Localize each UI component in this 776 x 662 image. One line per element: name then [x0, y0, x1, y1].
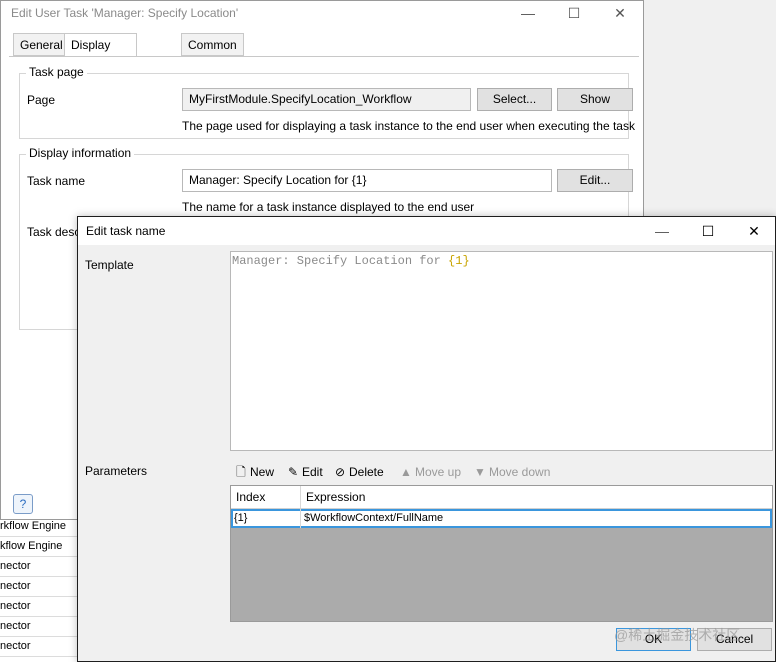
- expression-cell: $WorkflowContext/FullName: [304, 512, 444, 524]
- close-icon[interactable]: ✕: [732, 219, 776, 243]
- move-up-label: Move up: [415, 465, 462, 479]
- tab-common[interactable]: Common: [181, 33, 244, 56]
- template-text: Manager: Specify Location for: [232, 254, 449, 268]
- help-icon[interactable]: ?: [13, 494, 33, 514]
- task-name-field[interactable]: Manager: Specify Location for {1}: [182, 169, 552, 192]
- tab-display-information[interactable]: Display information: [64, 33, 138, 74]
- grid-header: Index Expression: [231, 486, 772, 509]
- delete-icon: ⊘: [334, 465, 346, 479]
- edit-task-name-button[interactable]: Edit...: [557, 169, 633, 192]
- title-bar: Edit task name — ☐ ✕: [78, 217, 775, 245]
- list-item[interactable]: nector: [0, 637, 78, 657]
- page-field[interactable]: MyFirstModule.SpecifyLocation_Workflow: [182, 88, 471, 111]
- triangle-up-icon: ▲: [400, 465, 412, 479]
- list-item[interactable]: nector: [0, 557, 78, 577]
- new-label: New: [250, 465, 275, 479]
- column-header-expression[interactable]: Expression: [301, 486, 772, 508]
- task-description-label: Task descr: [27, 225, 85, 239]
- maximize-icon[interactable]: ☐: [552, 1, 596, 25]
- new-document-icon: 🗋: [236, 465, 246, 479]
- maximize-icon[interactable]: ☐: [686, 219, 730, 243]
- show-button[interactable]: Show: [557, 88, 633, 111]
- select-button[interactable]: Select...: [477, 88, 552, 111]
- triangle-down-icon: ▼: [474, 465, 486, 479]
- tab-general[interactable]: General: [13, 33, 70, 56]
- list-item[interactable]: nector: [0, 577, 78, 597]
- delete-label: Delete: [349, 465, 384, 479]
- list-item[interactable]: rkflow Engine: [0, 517, 78, 537]
- edit-label: Edit: [302, 465, 323, 479]
- pencil-icon: ✎: [287, 465, 299, 479]
- parameters-label: Parameters: [85, 464, 148, 478]
- dialog-title: Edit User Task 'Manager: Specify Locatio…: [11, 6, 239, 20]
- list-item[interactable]: kflow Engine: [0, 537, 78, 557]
- index-cell: {1}: [231, 509, 301, 528]
- group-title: Task page: [26, 65, 87, 79]
- edit-task-name-dialog: Edit task name — ☐ ✕ Template Manager: S…: [77, 216, 776, 662]
- column-header-index[interactable]: Index: [231, 486, 301, 508]
- minimize-icon[interactable]: —: [640, 219, 684, 243]
- watermark: @稀土掘金技术社区: [614, 627, 741, 643]
- background-list: rkflow Engine kflow Engine nector nector…: [0, 515, 81, 662]
- parameters-grid: Index Expression {1} $WorkflowContext/Fu…: [230, 485, 773, 622]
- delete-button[interactable]: ⊘ Delete: [333, 462, 384, 482]
- table-row[interactable]: {1} $WorkflowContext/FullName: [231, 509, 772, 528]
- list-item[interactable]: nector: [0, 597, 78, 617]
- new-button[interactable]: 🗋 New: [234, 462, 274, 482]
- page-hint: The page used for displaying a task inst…: [182, 119, 635, 133]
- task-name-hint: The name for a task instance displayed t…: [182, 200, 475, 214]
- template-label: Template: [85, 258, 134, 272]
- task-name-label: Task name: [27, 174, 86, 188]
- minimize-icon[interactable]: —: [506, 1, 550, 25]
- group-title: Display information: [26, 146, 135, 160]
- move-down-label: Move down: [489, 465, 551, 479]
- close-icon[interactable]: ✕: [598, 1, 642, 25]
- move-down-button[interactable]: ▼ Move down: [473, 462, 550, 482]
- move-up-button[interactable]: ▲ Move up: [399, 462, 461, 482]
- task-page-group: Task page Page MyFirstModule.SpecifyLoca…: [19, 65, 635, 139]
- list-item[interactable]: nector: [0, 617, 78, 637]
- edit-button[interactable]: ✎ Edit: [286, 462, 323, 482]
- page-label: Page: [27, 93, 56, 107]
- template-editor[interactable]: Manager: Specify Location for {1}: [230, 251, 773, 451]
- dialog-title: Edit task name: [86, 224, 166, 238]
- template-parameter: {1}: [448, 254, 470, 268]
